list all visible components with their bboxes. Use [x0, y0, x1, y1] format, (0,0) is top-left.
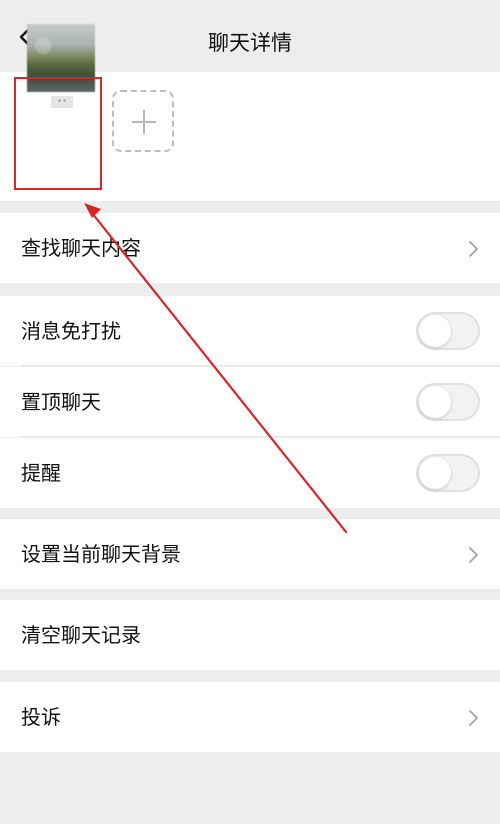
chat-background-label: 设置当前聊天背景: [21, 542, 181, 566]
mute-notifications-row: 消息免打扰: [0, 296, 500, 366]
chat-background-row[interactable]: 设置当前聊天背景: [0, 519, 500, 589]
add-member-button[interactable]: [112, 90, 174, 152]
complaint-row[interactable]: 投诉: [0, 682, 500, 752]
pin-chat-toggle[interactable]: [416, 383, 480, 421]
chevron-right-icon: [469, 710, 478, 726]
toggle-switch-icon: [419, 457, 451, 489]
search-chat-content-row[interactable]: 查找聊天内容: [0, 213, 500, 283]
reminder-toggle[interactable]: [416, 454, 480, 492]
plus-icon-vertical: [143, 110, 145, 134]
search-chat-content-label: 查找聊天内容: [21, 236, 141, 260]
mute-notifications-label: 消息免打扰: [21, 319, 121, 343]
member-name: ••: [51, 96, 73, 108]
reminder-row: 提醒: [0, 438, 500, 508]
member-avatar: [27, 24, 95, 92]
row-divider: [21, 436, 500, 437]
chevron-right-icon: [469, 241, 478, 257]
pin-chat-row: 置顶聊天: [0, 367, 500, 437]
complaint-label: 投诉: [21, 705, 61, 729]
toggle-switch-icon: [419, 386, 451, 418]
chevron-right-icon: [469, 547, 478, 563]
pin-chat-label: 置顶聊天: [21, 390, 101, 414]
toggle-switch-icon: [419, 315, 451, 347]
row-divider: [21, 365, 500, 366]
clear-chat-history-row[interactable]: 清空聊天记录: [0, 600, 500, 670]
mute-notifications-toggle[interactable]: [416, 312, 480, 350]
reminder-label: 提醒: [21, 461, 61, 485]
member-avatar-button[interactable]: ••: [14, 8, 102, 117]
clear-chat-history-label: 清空聊天记录: [21, 623, 141, 647]
chat-details-screen: 聊天详情 •• 查找聊天内容 消息免打扰 置顶聊天 提醒 设置当前聊天背景 清空…: [0, 0, 500, 824]
